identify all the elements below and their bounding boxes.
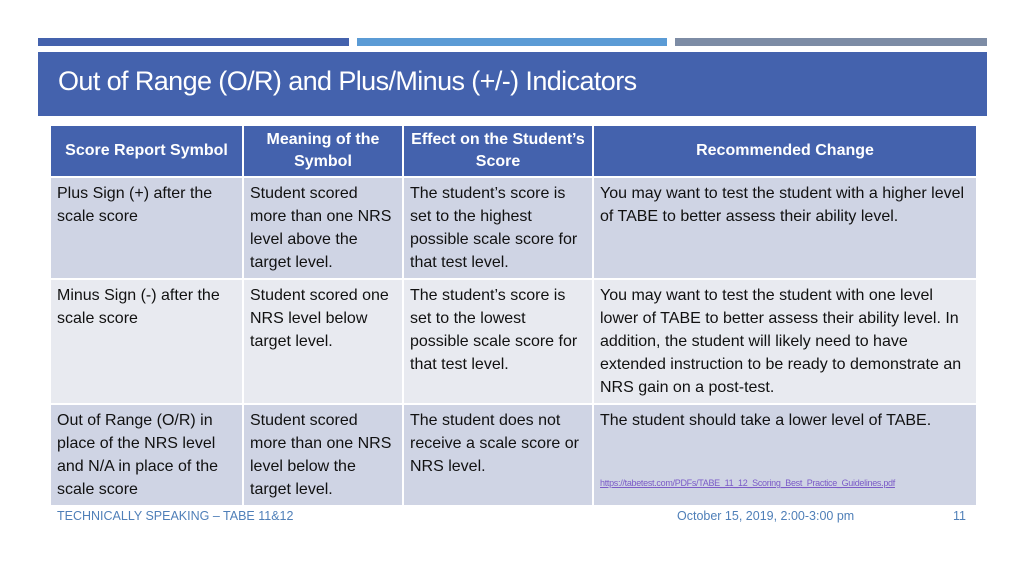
cell-symbol: Minus Sign (-) after the scale score bbox=[49, 278, 244, 405]
slide-number: 11 bbox=[953, 509, 966, 523]
cell-recommendation: You may want to test the student with on… bbox=[592, 278, 978, 405]
accent-bar-gray bbox=[675, 38, 987, 46]
header-meaning: Meaning of the Symbol bbox=[242, 124, 404, 178]
cell-effect: The student’s score is set to the lowest… bbox=[402, 278, 594, 405]
header-score-report-symbol: Score Report Symbol bbox=[49, 124, 244, 178]
table-row-out-of-range: Out of Range (O/R) in place of the NRS l… bbox=[49, 403, 978, 507]
header-effect: Effect on the Student’s Score bbox=[402, 124, 594, 178]
header-recommended-change: Recommended Change bbox=[592, 124, 978, 178]
accent-bar-dark-blue bbox=[38, 38, 349, 46]
indicators-table: Score Report Symbol Meaning of the Symbo… bbox=[49, 124, 978, 507]
slide-title: Out of Range (O/R) and Plus/Minus (+/-) … bbox=[58, 66, 637, 96]
recommendation-text: The student should take a lower level of… bbox=[600, 412, 932, 429]
table-row-plus-sign: Plus Sign (+) after the scale score Stud… bbox=[49, 176, 978, 280]
accent-bar-light-blue bbox=[357, 38, 667, 46]
cell-symbol: Out of Range (O/R) in place of the NRS l… bbox=[49, 403, 244, 507]
cell-meaning: Student scored more than one NRS level b… bbox=[242, 403, 404, 507]
footer-presentation-title: TECHNICALLY SPEAKING – TABE 11&12 bbox=[57, 509, 294, 523]
guidelines-link[interactable]: https://tabetest.com/PDFs/TABE_11_12_Sco… bbox=[600, 472, 895, 495]
cell-recommendation: You may want to test the student with a … bbox=[592, 176, 978, 280]
cell-effect: The student’s score is set to the highes… bbox=[402, 176, 594, 280]
table-header-row: Score Report Symbol Meaning of the Symbo… bbox=[49, 124, 978, 178]
cell-effect: The student does not receive a scale sco… bbox=[402, 403, 594, 507]
table-row-minus-sign: Minus Sign (-) after the scale score Stu… bbox=[49, 278, 978, 405]
cell-recommendation-with-link: The student should take a lower level of… bbox=[592, 403, 978, 507]
cell-symbol: Plus Sign (+) after the scale score bbox=[49, 176, 244, 280]
cell-meaning: Student scored one NRS level below targe… bbox=[242, 278, 404, 405]
footer-date: October 15, 2019, 2:00-3:00 pm bbox=[677, 509, 855, 523]
title-band: Out of Range (O/R) and Plus/Minus (+/-) … bbox=[38, 52, 987, 116]
cell-meaning: Student scored more than one NRS level a… bbox=[242, 176, 404, 280]
